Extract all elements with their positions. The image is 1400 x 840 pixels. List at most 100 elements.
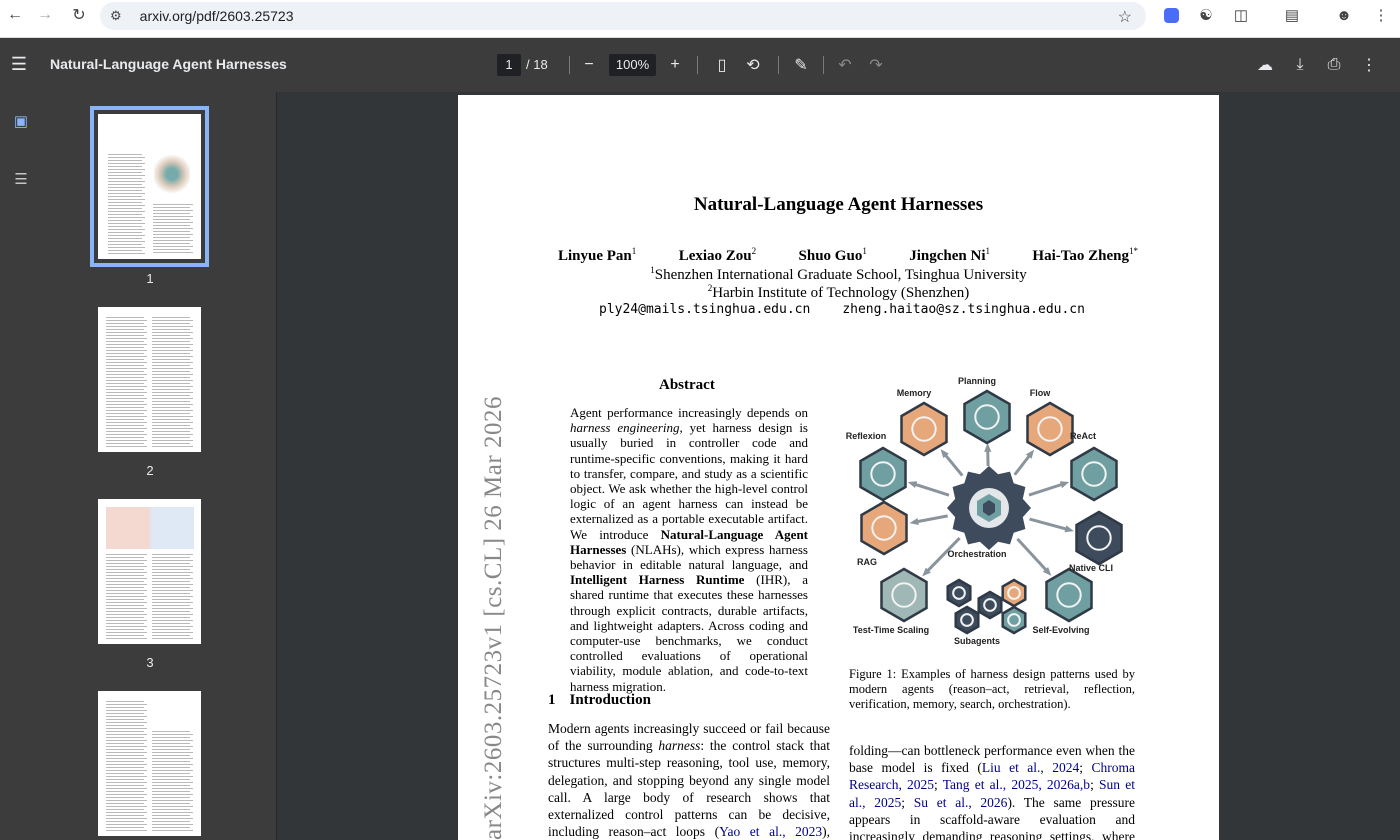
page-thumbnail[interactable]	[98, 691, 201, 836]
thumbnail-text-line	[152, 731, 190, 732]
thumbnail-text-line	[108, 181, 145, 182]
undo-icon[interactable]: ↶	[833, 53, 857, 77]
url-text[interactable]: arxiv.org/pdf/2603.25723	[140, 8, 294, 24]
print-icon[interactable]: ⎙	[1322, 53, 1346, 77]
thumbnail-text-line	[106, 626, 147, 627]
thumbnail-text-line	[106, 770, 147, 771]
rotate-icon[interactable]: ⟲	[741, 53, 765, 77]
thumbnail-text-line	[106, 785, 144, 786]
thumbnail-text-line	[152, 563, 190, 564]
thumbnail-text-line	[152, 578, 193, 579]
site-info-icon[interactable]: ⚙	[110, 8, 122, 24]
thumbnail-page-number: 2	[146, 463, 154, 478]
label-rag: RAG	[857, 557, 877, 567]
thumbnail-text-line	[152, 773, 190, 774]
page-total: / 18	[526, 57, 548, 72]
thumbnail-text-line	[153, 216, 193, 217]
thumbnail-text-line	[106, 773, 144, 774]
toolbar-divider	[697, 56, 698, 74]
thumbnail-text-line	[152, 614, 193, 615]
thumbnail-text-line	[106, 440, 147, 441]
arrowhead-reflexion	[907, 481, 918, 489]
page-number-input[interactable]: 1	[497, 54, 521, 76]
thumbnail-text-line	[152, 638, 193, 639]
thumbnails-view-icon[interactable]: ▣	[11, 111, 31, 131]
hamburger-menu-icon[interactable]: ☰	[9, 54, 29, 74]
annotate-pen-icon[interactable]: ✎	[789, 53, 813, 77]
thumbnail-text-line	[106, 749, 144, 750]
thumbnail-text-line	[152, 377, 190, 378]
thumbnail-text-line	[106, 344, 147, 345]
citation-link[interactable]: Tang et al., 2025, 2026a,b	[943, 777, 1090, 792]
zoom-in-icon[interactable]: +	[663, 53, 687, 77]
arrow-rag	[913, 514, 949, 524]
thumbnail-text-line	[106, 419, 144, 420]
citation-link[interactable]: Yao et al., 2023	[719, 824, 822, 839]
thumbnail-text-line	[106, 428, 147, 429]
thumbnail-text-line	[152, 341, 190, 342]
reload-icon[interactable]: ↻	[64, 0, 94, 30]
save-to-drive-icon[interactable]: ☁	[1253, 53, 1277, 77]
fit-page-icon[interactable]: ▯	[710, 53, 734, 77]
thumbnail-text-line	[152, 824, 193, 825]
thumbnail-text-line	[153, 213, 190, 214]
thumbnail-text-line	[106, 755, 144, 756]
browser-menu-icon[interactable]: ⋮	[1370, 4, 1392, 26]
thumbnail-text-line	[106, 704, 147, 705]
thumbnail-text-line	[106, 350, 147, 351]
reading-list-icon[interactable]: ▤	[1281, 4, 1303, 26]
subagent-2-icon	[954, 605, 980, 635]
thumbnail-text-line	[152, 365, 190, 366]
redo-icon[interactable]: ↷	[864, 53, 888, 77]
subagent-3-icon	[1001, 605, 1027, 635]
thumbnail-text-line	[106, 392, 147, 393]
bookmark-star-icon[interactable]: ☆	[1118, 7, 1132, 27]
author: Shuo Guo1	[798, 246, 867, 264]
thumbnail-text-line	[106, 743, 144, 744]
forward-icon[interactable]: →	[30, 0, 60, 30]
citation-link[interactable]: Liu et al., 2024	[982, 760, 1079, 775]
thumbnail-text-line	[106, 617, 144, 618]
zoom-level-input[interactable]: 100%	[609, 54, 656, 76]
thumbnail-text-line	[152, 443, 190, 444]
thumbnail-text-line	[152, 407, 190, 408]
thumbnail-text-line	[106, 437, 144, 438]
arrow-reflexion	[911, 481, 950, 497]
thumbnail-text-line	[152, 416, 193, 417]
pdf-viewer[interactable]: Natural-Language Agent Harnesses Linyue …	[278, 92, 1400, 840]
extensions-puzzle-icon[interactable]: ◫	[1230, 4, 1252, 26]
thumbnail-text-line	[152, 440, 193, 441]
extension-icon[interactable]	[1160, 4, 1182, 26]
citation-link[interactable]: Su et al., 2026	[914, 795, 1008, 810]
thumbnail-page-number: 3	[146, 655, 154, 670]
thumbnail-text-line	[152, 446, 193, 447]
thumbnail-text-line	[152, 782, 193, 783]
thumbnail-text-line	[108, 172, 142, 173]
thumbnail-text-line	[153, 204, 193, 205]
extension-icon-2[interactable]: ☯	[1195, 4, 1217, 26]
thumbnail-text-line	[106, 605, 144, 606]
back-icon[interactable]: ←	[0, 0, 30, 30]
outline-view-icon[interactable]: ☰	[11, 169, 31, 189]
thumbnail-text-line	[106, 341, 144, 342]
page-thumbnail[interactable]	[90, 106, 209, 267]
thumbnail-text-line	[108, 160, 142, 161]
thumbnail-text-line	[108, 208, 142, 209]
address-bar[interactable]: ⚙ arxiv.org/pdf/2603.25723 ☆	[100, 2, 1146, 30]
zoom-out-icon[interactable]: −	[577, 53, 601, 77]
thumbnail-text-line	[152, 329, 190, 330]
thumbnail-text-line	[152, 800, 193, 801]
label-self-evolving: Self-Evolving	[1032, 625, 1089, 635]
thumbnail-text-line	[152, 587, 190, 588]
more-options-icon[interactable]: ⋮	[1357, 53, 1381, 77]
thumbnail-text-line	[152, 434, 193, 435]
thumbnail-text-line	[108, 217, 145, 218]
thumbnail-text-line	[106, 608, 147, 609]
page-thumbnail[interactable]	[98, 499, 201, 644]
thumbnail-text-line	[106, 581, 144, 582]
thumbnail-text-line	[106, 599, 144, 600]
profile-avatar-icon[interactable]: ☻	[1333, 4, 1355, 26]
page-thumbnail[interactable]	[98, 307, 201, 452]
download-icon[interactable]: ⤓	[1288, 53, 1312, 77]
thumbnail-text-line	[106, 395, 144, 396]
